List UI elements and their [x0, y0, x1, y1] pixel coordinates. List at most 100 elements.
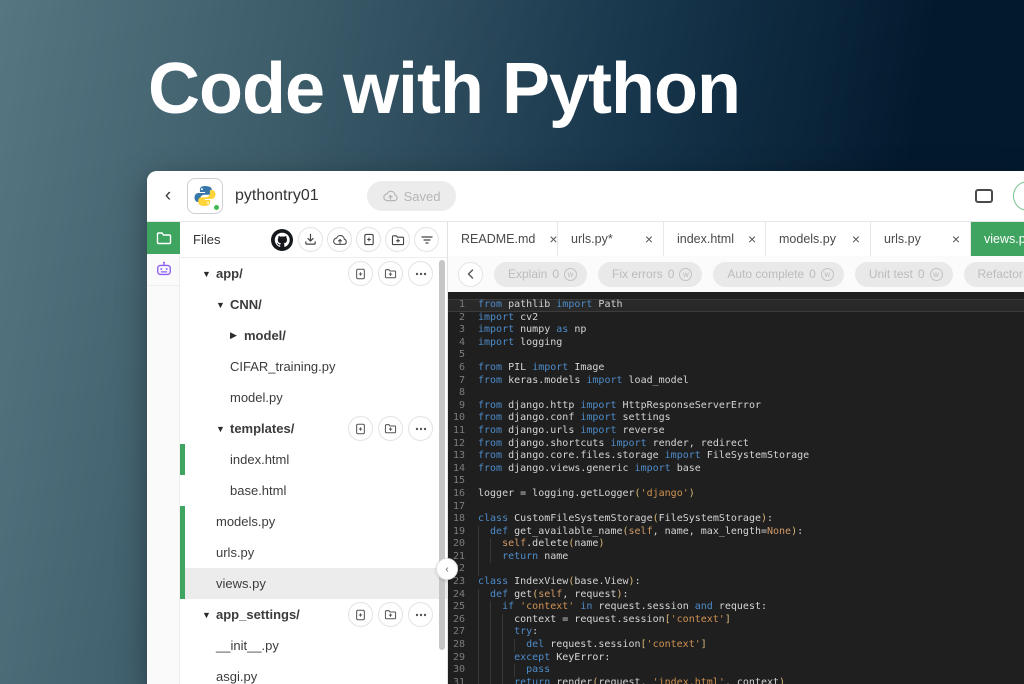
- new-folder-icon[interactable]: [385, 227, 410, 252]
- saved-button[interactable]: Saved: [367, 181, 457, 211]
- code-line-26[interactable]: 26context = request.session['context']: [448, 614, 1024, 627]
- rail-ai-assistant-button[interactable]: [147, 254, 180, 286]
- tree-item-label: views.py: [216, 576, 266, 591]
- code-line-9[interactable]: 9from django.http import HttpResponseSer…: [448, 400, 1024, 413]
- more-icon[interactable]: [408, 261, 433, 286]
- auto-complete-button[interactable]: Auto complete0w: [713, 262, 843, 287]
- tree-item-index-html[interactable]: index.html: [180, 444, 447, 475]
- close-icon[interactable]: ×: [852, 231, 860, 247]
- code-line-20[interactable]: 20self.delete(name): [448, 538, 1024, 551]
- new-folder-icon[interactable]: [378, 416, 403, 441]
- tree-item-base-html[interactable]: base.html: [180, 475, 447, 506]
- code-line-1[interactable]: 1from pathlib import Path: [448, 299, 1024, 312]
- code-line-24[interactable]: 24def get(self, request):: [448, 589, 1024, 602]
- token: from: [478, 375, 502, 386]
- tree-item-cnn[interactable]: ▼CNN/: [180, 289, 447, 320]
- rail-files-button[interactable]: [147, 222, 180, 254]
- code-line-28[interactable]: 28del request.session['context']: [448, 639, 1024, 652]
- code-line-5[interactable]: 5: [448, 349, 1024, 362]
- new-file-icon[interactable]: [348, 416, 373, 441]
- code-line-30[interactable]: 30pass: [448, 664, 1024, 677]
- tree-item-model[interactable]: ▶model/: [180, 320, 447, 351]
- tab-readme-md[interactable]: README.md×: [448, 222, 558, 256]
- code-line-16[interactable]: 16logger = logging.getLogger('django'): [448, 488, 1024, 501]
- panel-collapse-handle[interactable]: ‹: [436, 558, 458, 580]
- tree-item-urls-py[interactable]: urls.py: [180, 537, 447, 568]
- close-icon[interactable]: ×: [748, 231, 756, 247]
- code-line-31[interactable]: 31return render(request, 'index.html', c…: [448, 677, 1024, 684]
- close-icon[interactable]: ×: [952, 231, 960, 247]
- code-line-29[interactable]: 29except KeyError:: [448, 652, 1024, 665]
- close-icon[interactable]: ×: [549, 231, 557, 247]
- partial-green-button[interactable]: [1013, 181, 1024, 211]
- fix-errors-button[interactable]: Fix errors0w: [598, 262, 702, 287]
- chevron-right-icon[interactable]: ▶: [230, 330, 244, 341]
- tree-item-asgi-py[interactable]: asgi.py: [180, 661, 447, 684]
- explain-button[interactable]: Explain0w: [494, 262, 587, 287]
- line-number: 16: [448, 488, 478, 501]
- tab-urls-py[interactable]: urls.py×: [871, 222, 971, 256]
- new-file-icon[interactable]: [348, 261, 373, 286]
- code-line-19[interactable]: 19def get_available_name(self, name, max…: [448, 526, 1024, 539]
- chevron-down-icon[interactable]: ▼: [202, 269, 216, 279]
- code-line-2[interactable]: 2import cv2: [448, 312, 1024, 325]
- tree-item-app[interactable]: ▼app/: [180, 258, 447, 289]
- close-icon[interactable]: ×: [645, 231, 653, 247]
- tree-item-models-py[interactable]: models.py: [180, 506, 447, 537]
- code-line-3[interactable]: 3import numpy as np: [448, 324, 1024, 337]
- more-icon[interactable]: [408, 416, 433, 441]
- code-line-12[interactable]: 12from django.shortcuts import render, r…: [448, 438, 1024, 451]
- code-line-4[interactable]: 4import logging: [448, 337, 1024, 350]
- code-line-13[interactable]: 13from django.core.files.storage import …: [448, 450, 1024, 463]
- tree-item--init-py[interactable]: __init__.py: [180, 630, 447, 661]
- refactor-button[interactable]: Refactor0w: [964, 262, 1024, 287]
- chevron-down-icon[interactable]: ▼: [216, 424, 230, 434]
- credit-icon: w: [679, 268, 692, 281]
- code-line-27[interactable]: 27try:: [448, 626, 1024, 639]
- code-line-7[interactable]: 7from keras.models import load_model: [448, 375, 1024, 388]
- new-folder-icon[interactable]: [378, 602, 403, 627]
- cloud-upload-icon[interactable]: [327, 227, 352, 252]
- code-line-21[interactable]: 21return name: [448, 551, 1024, 564]
- tree-item-model-py[interactable]: model.py: [180, 382, 447, 413]
- chevron-down-icon[interactable]: ▼: [216, 300, 230, 310]
- toolbar-back-button[interactable]: [458, 262, 483, 287]
- tree-item-app-settings[interactable]: ▼app_settings/: [180, 599, 447, 630]
- code-line-10[interactable]: 10from django.conf import settings: [448, 412, 1024, 425]
- code-line-14[interactable]: 14from django.views.generic import base: [448, 463, 1024, 476]
- new-file-icon[interactable]: [348, 602, 373, 627]
- download-icon[interactable]: [298, 227, 323, 252]
- github-icon[interactable]: [269, 227, 294, 252]
- code-line-22[interactable]: 22: [448, 563, 1024, 576]
- code-line-17[interactable]: 17: [448, 501, 1024, 514]
- line-number: 8: [448, 387, 478, 400]
- new-file-icon[interactable]: [356, 227, 381, 252]
- tab-views-p[interactable]: views.p×: [971, 222, 1024, 256]
- tab-models-py[interactable]: models.py×: [766, 222, 871, 256]
- new-folder-icon[interactable]: [378, 261, 403, 286]
- code-line-25[interactable]: 25if 'context' in request.session and re…: [448, 601, 1024, 614]
- tree-item-cifar-training-py[interactable]: CIFAR_training.py: [180, 351, 447, 382]
- code-editor[interactable]: 1from pathlib import Path2import cv23imp…: [448, 292, 1024, 684]
- chevron-down-icon[interactable]: ▼: [202, 610, 216, 620]
- code-line-8[interactable]: 8: [448, 387, 1024, 400]
- tree-item-views-py[interactable]: views.py: [180, 568, 447, 599]
- tab-index-html[interactable]: index.html×: [664, 222, 766, 256]
- line-number: 9: [448, 400, 478, 413]
- tree-item-templates[interactable]: ▼templates/: [180, 413, 447, 444]
- token: self: [502, 538, 526, 549]
- code-line-15[interactable]: 15: [448, 475, 1024, 488]
- back-button[interactable]: ‹: [153, 185, 183, 207]
- more-icon[interactable]: [408, 602, 433, 627]
- open-file-indicator: [180, 444, 185, 475]
- code-line-11[interactable]: 11from django.urls import reverse: [448, 425, 1024, 438]
- code-line-23[interactable]: 23class IndexView(base.View):: [448, 576, 1024, 589]
- screen-layout-icon[interactable]: [975, 189, 993, 203]
- token: import: [635, 463, 671, 474]
- unit-test-button[interactable]: Unit test0w: [855, 262, 953, 287]
- code-line-6[interactable]: 6from PIL import Image: [448, 362, 1024, 375]
- code-line-18[interactable]: 18class CustomFileSystemStorage(FileSyst…: [448, 513, 1024, 526]
- filter-icon[interactable]: [414, 227, 439, 252]
- tree-scrollbar[interactable]: [439, 258, 446, 684]
- tab-urls-py[interactable]: urls.py*×: [558, 222, 664, 256]
